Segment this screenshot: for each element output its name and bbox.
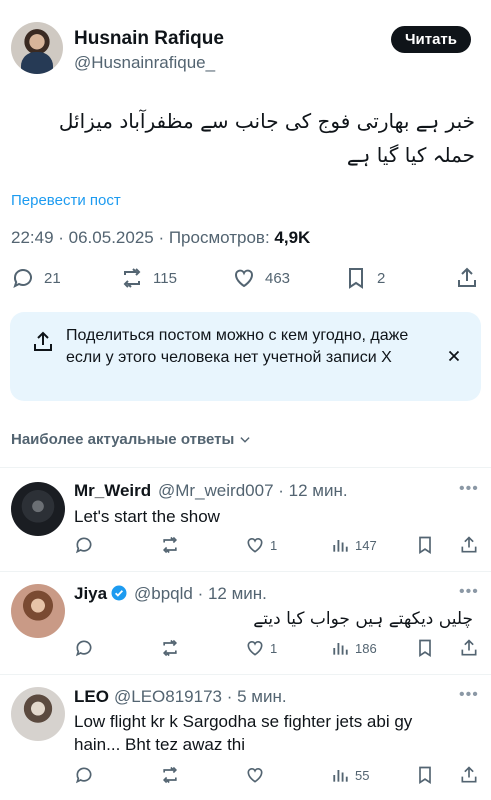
verified-icon <box>110 584 128 602</box>
reply-author-name[interactable]: Mr_Weird <box>74 481 151 501</box>
post-views: 4,9K <box>274 228 311 247</box>
reply-author-meta: @LEO819173 · 5 мин. <box>114 687 287 707</box>
author-handle[interactable]: @Husnainrafique_ <box>74 53 215 73</box>
reply-icon <box>75 640 92 657</box>
follow-button[interactable]: Читать <box>391 26 471 53</box>
reply-text-line-2: hain... Bht tez awaz thi <box>74 735 246 754</box>
chevron-down-icon <box>240 436 250 443</box>
share-icon <box>461 766 477 783</box>
repost-button[interactable]: 115 <box>120 266 177 290</box>
like-button[interactable]: 1 <box>245 638 277 658</box>
like-icon <box>247 640 263 656</box>
share-banner-text: Поделиться постом можно с кем угодно, да… <box>66 327 409 366</box>
repost-button[interactable] <box>160 535 180 555</box>
reply-time: · 12 мин. <box>197 584 267 603</box>
like-count: 1 <box>270 537 278 553</box>
reply-text: Let's start the show <box>74 507 220 526</box>
bookmark-button[interactable] <box>415 638 435 658</box>
bookmark-count: 2 <box>377 269 386 287</box>
share-icon <box>458 267 476 287</box>
reply-author-name[interactable]: Jiya <box>74 584 107 604</box>
repost-button[interactable] <box>160 765 180 785</box>
share-icon <box>461 639 477 656</box>
reply-count: 21 <box>44 269 61 287</box>
reply-author-handle[interactable]: @Mr_weird007 <box>158 481 274 500</box>
reply-icon <box>75 767 92 784</box>
bookmark-icon <box>419 766 431 785</box>
bookmark-button[interactable] <box>415 535 435 555</box>
bookmark-icon <box>419 536 431 555</box>
reply-text: چلیں دیکھتے ہیں جواب کیا دیتے <box>253 609 473 629</box>
reply-button[interactable]: 21 <box>11 266 61 290</box>
divider <box>0 674 491 675</box>
reply-time: · 12 мин. <box>278 481 348 500</box>
avatar[interactable] <box>11 687 65 741</box>
share-button[interactable] <box>459 535 479 555</box>
like-icon <box>247 537 263 553</box>
views-button[interactable]: 147 <box>330 535 377 555</box>
repost-icon <box>123 268 141 288</box>
views-icon <box>333 770 348 782</box>
share-button[interactable] <box>459 765 479 785</box>
close-icon[interactable] <box>445 347 463 365</box>
views-count: 186 <box>355 640 377 656</box>
reply-icon <box>75 537 92 554</box>
share-button[interactable] <box>455 266 479 290</box>
repost-icon <box>162 639 178 657</box>
views-button[interactable]: 186 <box>330 638 377 658</box>
like-button[interactable] <box>245 765 270 785</box>
like-count: 463 <box>265 269 291 287</box>
post-text: خبر ہے بھارتی فوج کی جانب سے مظفرآباد می… <box>58 109 475 167</box>
repost-icon <box>162 766 178 784</box>
reply-text-line-1: Low flight kr k Sargodha se fighter jets… <box>74 712 413 731</box>
views-icon <box>333 540 348 552</box>
bookmark-button[interactable]: 2 <box>344 266 385 290</box>
views-count: 55 <box>355 767 370 783</box>
replies-sort-label: Наиболее актуальные ответы <box>11 431 235 448</box>
avatar[interactable] <box>11 482 65 536</box>
post-timestamp: 22:49 · 06.05.2025 · Просмотров: <box>11 228 270 247</box>
author-avatar[interactable] <box>11 22 63 74</box>
reply-author-handle[interactable]: @LEO819173 <box>114 687 222 706</box>
repost-icon <box>162 536 178 554</box>
reply-icon <box>13 269 32 288</box>
author-name[interactable]: Husnain Rafique <box>74 28 224 50</box>
reply-button[interactable] <box>74 638 94 658</box>
like-count: 1 <box>270 640 278 656</box>
bookmark-icon <box>349 268 363 289</box>
translate-post-link[interactable]: Перевести пост <box>11 192 121 209</box>
post-meta: 22:49 · 06.05.2025 · Просмотров: 4,9K <box>11 228 310 248</box>
reply-author-meta: @Mr_weird007 · 12 мин. <box>158 481 348 501</box>
repost-button[interactable] <box>160 638 180 658</box>
views-count: 147 <box>355 537 377 553</box>
share-banner-icon <box>31 330 55 354</box>
divider <box>0 467 491 468</box>
like-button[interactable]: 1 <box>245 535 277 555</box>
more-icon[interactable]: ••• <box>459 686 479 704</box>
bookmark-icon <box>419 639 431 658</box>
share-icon <box>461 536 477 553</box>
more-icon[interactable]: ••• <box>459 583 479 601</box>
reply-author-meta: @bpqld · 12 мин. <box>134 584 267 604</box>
bookmark-button[interactable] <box>415 765 435 785</box>
more-icon[interactable]: ••• <box>459 480 479 498</box>
reply-author-name[interactable]: LEO <box>74 687 109 707</box>
reply-time: · 5 мин. <box>226 687 287 706</box>
divider <box>0 571 491 572</box>
like-icon <box>247 767 263 783</box>
replies-sort-dropdown[interactable]: Наиболее актуальные ответы <box>11 431 252 448</box>
reply-author-handle[interactable]: @bpqld <box>134 584 193 603</box>
reply-button[interactable] <box>74 765 94 785</box>
views-icon <box>333 643 348 655</box>
like-button[interactable]: 463 <box>232 266 290 290</box>
share-button[interactable] <box>459 638 479 658</box>
repost-count: 115 <box>153 269 177 287</box>
reply-button[interactable] <box>74 535 94 555</box>
views-button[interactable]: 55 <box>330 765 369 785</box>
like-icon <box>235 269 253 288</box>
avatar[interactable] <box>11 584 65 638</box>
